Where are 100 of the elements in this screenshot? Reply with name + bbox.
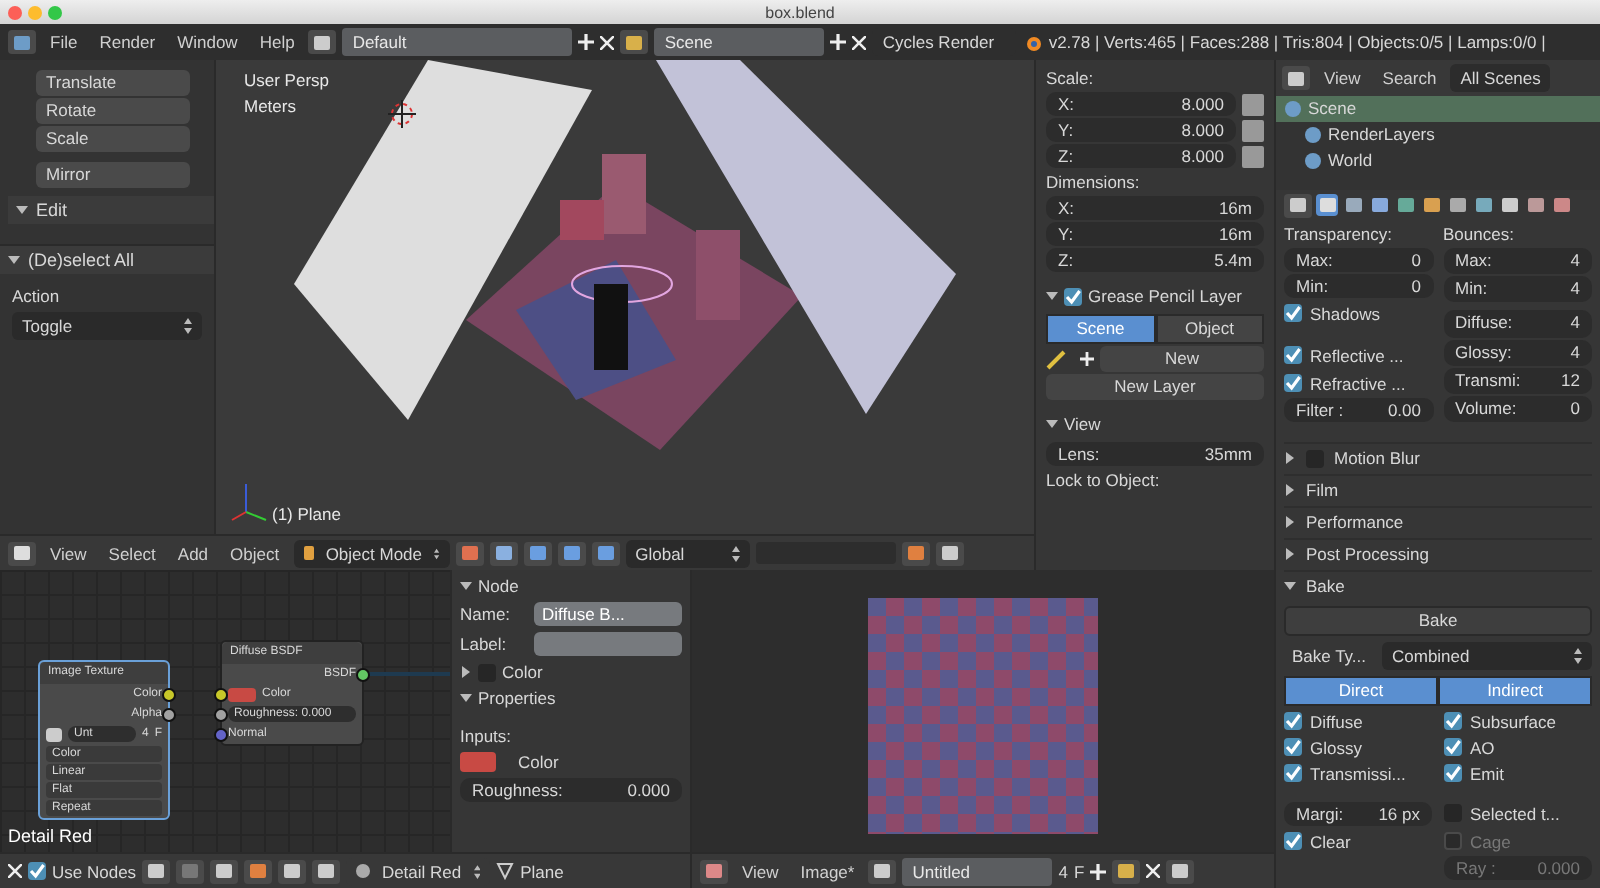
number-field[interactable]: Y: 16m (1046, 222, 1264, 246)
collapse-triangle-icon[interactable] (460, 580, 472, 592)
menu-item[interactable]: Help (251, 32, 303, 52)
number-field[interactable]: Y: 8.000 (1046, 118, 1236, 142)
outliner-item[interactable]: Scene (1276, 96, 1600, 122)
menu-item[interactable]: Add (169, 543, 217, 563)
number-field[interactable]: X: 8.000 (1046, 92, 1236, 116)
add-icon[interactable] (1090, 863, 1107, 879)
scene-field[interactable]: Scene (654, 28, 825, 56)
properties-tab[interactable] (1394, 194, 1416, 216)
number-field[interactable]: Z: 8.000 (1046, 144, 1236, 168)
expand-triangle-icon[interactable] (1284, 516, 1296, 528)
number-field[interactable]: Lens: 35mm (1046, 442, 1264, 466)
tool-button[interactable]: Rotate (36, 98, 190, 124)
properties-tab[interactable] (1342, 194, 1364, 216)
new-layer-button[interactable]: New Layer (1046, 374, 1264, 400)
number-field[interactable]: Volume: 0 (1443, 395, 1592, 423)
input-socket[interactable] (214, 707, 228, 721)
menu-item[interactable]: File (42, 32, 86, 52)
bake-type-dropdown[interactable]: Combined (1382, 642, 1592, 670)
collapse-triangle-icon[interactable] (1284, 580, 1296, 592)
panel-title[interactable]: Properties (478, 688, 556, 708)
properties-tab[interactable] (1368, 194, 1390, 216)
panel-title[interactable]: Film (1306, 480, 1339, 500)
orientation-dropdown[interactable]: Global (625, 539, 750, 567)
menu-item[interactable]: Image* (792, 861, 863, 881)
menu-item[interactable]: Search (1374, 68, 1445, 88)
outliner-item[interactable]: World (1276, 148, 1600, 174)
output-socket[interactable] (162, 707, 176, 721)
action-dropdown[interactable]: Toggle (12, 312, 202, 340)
layout-field[interactable]: Default (342, 28, 573, 56)
panel-title[interactable]: Node (478, 576, 519, 596)
collapse-triangle-icon[interactable] (16, 204, 28, 216)
image-name-field[interactable]: Untitled (902, 857, 1053, 885)
color-swatch[interactable] (228, 687, 256, 701)
properties-tab[interactable] (1550, 194, 1572, 216)
collapse-triangle-icon[interactable] (460, 692, 472, 704)
output-socket[interactable] (162, 687, 176, 701)
tool-button[interactable]: Mirror (36, 162, 190, 188)
close-icon[interactable] (8, 864, 22, 878)
tab[interactable]: Object (1155, 314, 1264, 344)
menu-item[interactable]: Render (91, 32, 164, 52)
number-field[interactable]: Filter : 0.00 (1284, 398, 1433, 422)
properties-tab[interactable] (1420, 194, 1442, 216)
collapse-triangle-icon[interactable] (1046, 290, 1058, 302)
number-field[interactable]: X: 16m (1046, 196, 1264, 220)
label-field[interactable] (534, 632, 682, 656)
properties-tab[interactable] (1316, 194, 1338, 216)
panel-title[interactable]: Grease Pencil Layer (1088, 286, 1243, 306)
expand-triangle-icon[interactable] (1284, 548, 1296, 560)
close-icon[interactable] (852, 35, 867, 49)
menu-item[interactable]: View (734, 861, 787, 881)
input-socket[interactable] (214, 727, 228, 741)
menu-item[interactable]: View (42, 543, 95, 563)
menu-item[interactable]: Object (222, 543, 288, 563)
panel-title[interactable]: Edit (36, 200, 68, 220)
collapse-triangle-icon[interactable] (1046, 418, 1058, 430)
collapse-triangle-icon[interactable] (8, 254, 20, 266)
properties-tab[interactable] (1446, 194, 1468, 216)
panel-title[interactable]: Motion Blur (1334, 448, 1420, 468)
number-field[interactable]: Transmi: 12 (1443, 367, 1592, 394)
fake-user-toggle[interactable]: F (1073, 861, 1085, 881)
properties-tab[interactable] (1524, 194, 1546, 216)
expand-triangle-icon[interactable] (1284, 484, 1296, 496)
properties-tab[interactable] (1472, 194, 1494, 216)
number-field[interactable]: Max: 0 (1284, 248, 1433, 272)
menu-item[interactable]: Select (100, 543, 164, 563)
display-mode-dropdown[interactable]: All Scenes (1450, 64, 1551, 92)
add-icon[interactable] (830, 34, 847, 50)
tool-button[interactable]: Scale (36, 126, 190, 152)
number-field[interactable]: Roughness: 0.000 (460, 778, 682, 802)
panel-title[interactable]: View (1064, 414, 1101, 434)
add-icon[interactable] (578, 34, 595, 50)
mode-dropdown[interactable]: Object Mode (293, 539, 450, 567)
expand-triangle-icon[interactable] (460, 666, 472, 678)
number-field[interactable]: Diffuse: 4 (1443, 310, 1592, 338)
tool-button[interactable]: Translate (36, 70, 190, 96)
number-field[interactable]: Min: 4 (1443, 276, 1592, 303)
new-button[interactable]: New (1100, 346, 1264, 372)
expand-triangle-icon[interactable] (1284, 452, 1296, 464)
menu-item[interactable]: Window (169, 32, 246, 52)
panel-title[interactable]: Post Processing (1306, 544, 1429, 564)
panel-title[interactable]: Color (502, 662, 543, 682)
panel-title[interactable]: Bake (1306, 576, 1345, 596)
number-field[interactable]: Z: 5.4m (1046, 248, 1264, 272)
name-field[interactable]: Diffuse B... (534, 602, 682, 626)
bake-button[interactable]: Bake (1284, 606, 1592, 636)
input-socket[interactable] (214, 687, 228, 701)
outliner-item[interactable]: RenderLayers (1276, 122, 1600, 148)
number-field[interactable]: Margi: 16 px (1284, 801, 1432, 825)
panel-title[interactable]: Performance (1306, 512, 1404, 532)
number-field[interactable]: Glossy: 4 (1443, 339, 1592, 366)
properties-tab[interactable] (1498, 194, 1520, 216)
close-icon[interactable] (1146, 864, 1161, 878)
close-icon[interactable] (600, 35, 615, 49)
number-field[interactable]: Min: 0 (1284, 274, 1433, 298)
output-socket[interactable] (356, 667, 370, 681)
color-swatch[interactable] (460, 752, 496, 772)
number-field[interactable]: Max: 4 (1443, 248, 1592, 275)
menu-item[interactable]: View (1316, 68, 1369, 88)
